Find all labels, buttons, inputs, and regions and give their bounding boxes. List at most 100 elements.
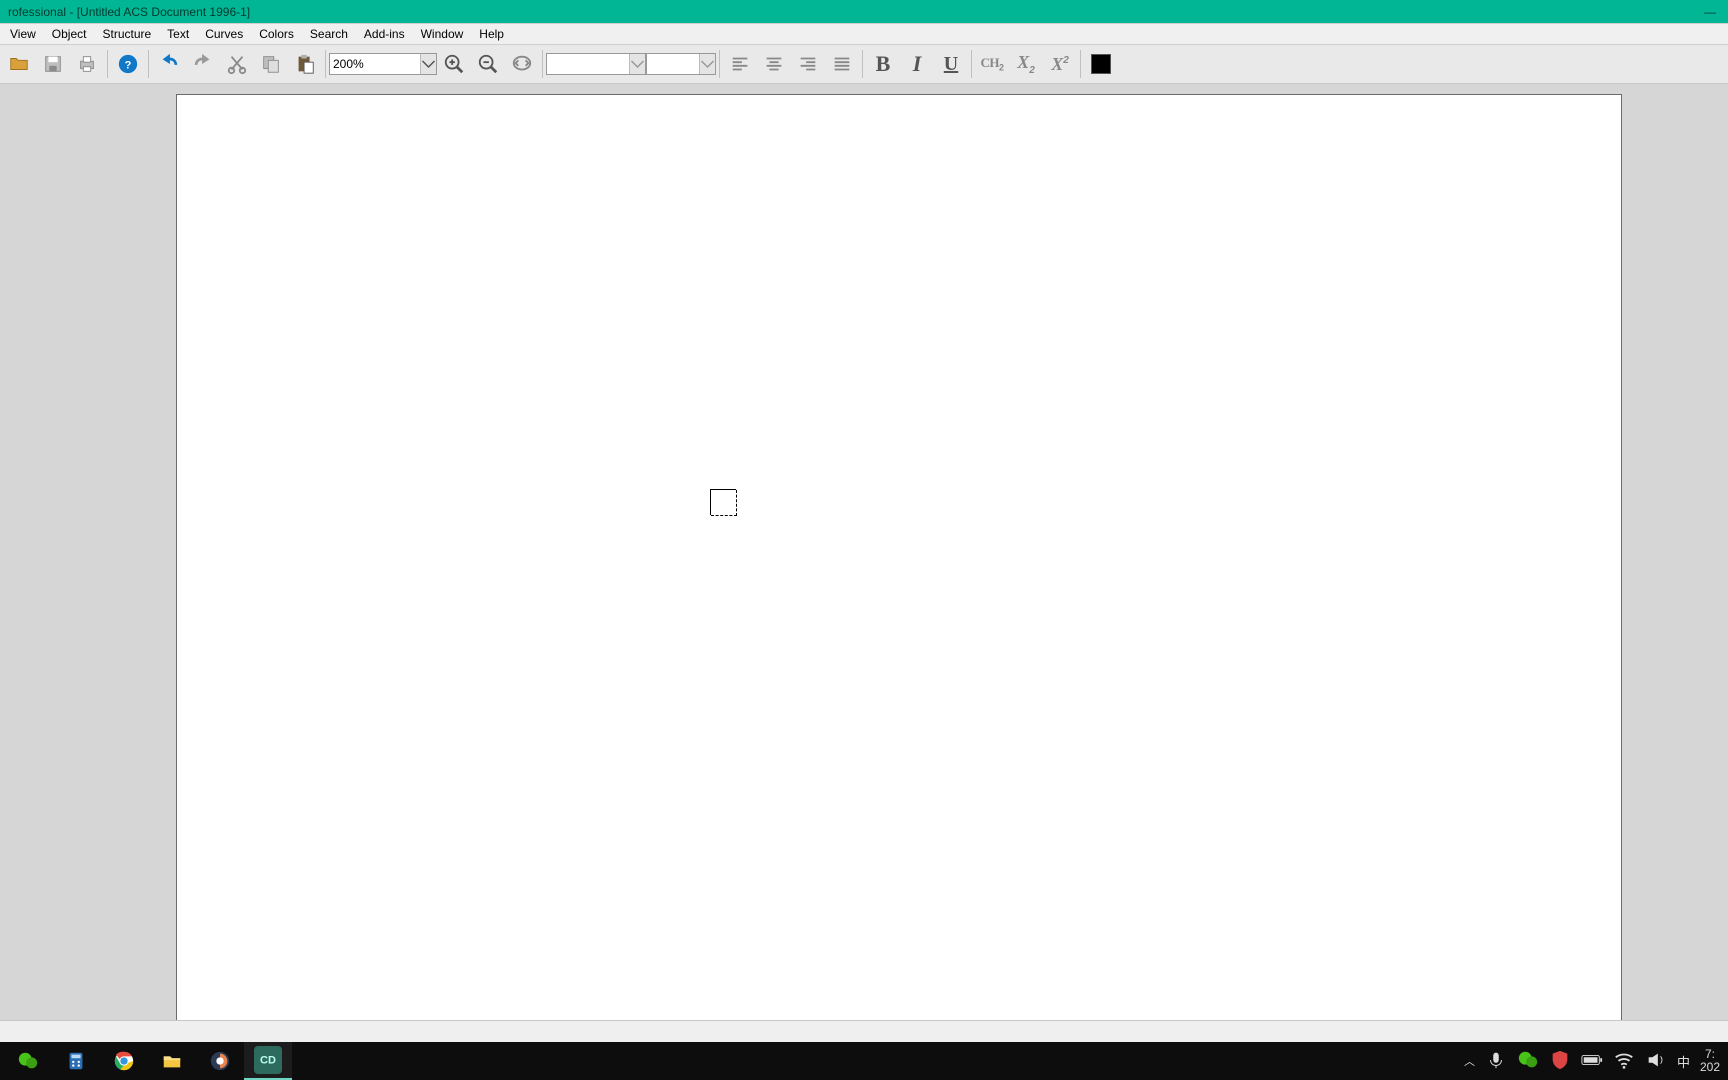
zoom-in-button[interactable] xyxy=(437,49,471,79)
open-button[interactable] xyxy=(2,49,36,79)
zoom-in-icon xyxy=(443,53,465,75)
ime-indicator[interactable]: 中 xyxy=(1677,1052,1690,1071)
font-combo[interactable] xyxy=(546,53,646,75)
cut-icon xyxy=(226,53,248,75)
zoom-value: 200% xyxy=(333,57,364,71)
align-left-icon xyxy=(729,53,751,75)
folder-icon xyxy=(158,1047,186,1075)
undo-icon xyxy=(158,53,180,75)
zoom-out-button[interactable] xyxy=(471,49,505,79)
chevron-down-icon[interactable] xyxy=(420,54,436,74)
menu-curves[interactable]: Curves xyxy=(197,25,251,43)
wechat-tray-icon[interactable] xyxy=(1517,1049,1539,1074)
status-bar xyxy=(0,1020,1728,1042)
subscript-icon: X2 xyxy=(1017,52,1035,76)
wechat-icon xyxy=(14,1047,42,1075)
separator xyxy=(971,50,972,78)
page-canvas[interactable] xyxy=(176,94,1622,1034)
italic-button[interactable]: I xyxy=(900,49,934,79)
superscript-button[interactable]: X2 xyxy=(1043,49,1077,79)
align-justify-button[interactable] xyxy=(825,49,859,79)
wifi-icon[interactable] xyxy=(1613,1049,1635,1074)
help-icon: ? xyxy=(117,53,139,75)
save-icon xyxy=(42,53,64,75)
taskbar-chemdraw[interactable]: CD xyxy=(244,1042,292,1080)
menu-view[interactable]: View xyxy=(2,25,44,43)
align-center-button[interactable] xyxy=(757,49,791,79)
bold-button[interactable]: B xyxy=(866,49,900,79)
document-area[interactable] xyxy=(0,84,1728,1034)
align-right-icon xyxy=(797,53,819,75)
separator xyxy=(542,50,543,78)
print-icon xyxy=(76,53,98,75)
bold-icon: B xyxy=(876,51,891,77)
print-button[interactable] xyxy=(70,49,104,79)
separator xyxy=(148,50,149,78)
mic-icon[interactable] xyxy=(1485,1049,1507,1074)
color-swatch-icon xyxy=(1091,54,1111,74)
italic-icon: I xyxy=(913,51,922,77)
taskbar-calculator[interactable] xyxy=(52,1042,100,1080)
formula-button[interactable]: CH2 xyxy=(975,49,1009,79)
menu-object[interactable]: Object xyxy=(44,25,95,43)
menu-structure[interactable]: Structure xyxy=(94,25,159,43)
copy-icon xyxy=(260,53,282,75)
redo-button[interactable] xyxy=(186,49,220,79)
taskbar-app-generic[interactable] xyxy=(196,1042,244,1080)
zoom-out-icon xyxy=(477,53,499,75)
superscript-icon: X2 xyxy=(1051,54,1069,75)
zoom-fit-button[interactable] xyxy=(505,49,539,79)
separator xyxy=(325,50,326,78)
menu-text[interactable]: Text xyxy=(159,25,197,43)
taskbar-wechat[interactable] xyxy=(4,1042,52,1080)
minimize-button[interactable]: — xyxy=(1700,5,1720,19)
align-justify-icon xyxy=(831,53,853,75)
security-tray-icon[interactable] xyxy=(1549,1049,1571,1074)
selection-cursor xyxy=(710,489,736,515)
svg-text:?: ? xyxy=(125,60,132,72)
tray-expand-icon[interactable]: ︿ xyxy=(1464,1053,1475,1069)
separator xyxy=(107,50,108,78)
chevron-down-icon[interactable] xyxy=(699,54,715,74)
clock[interactable]: 7: 202 xyxy=(1700,1048,1720,1074)
menu-window[interactable]: Window xyxy=(413,25,472,43)
underline-icon: U xyxy=(944,53,958,76)
taskbar-chrome[interactable] xyxy=(100,1042,148,1080)
chevron-down-icon[interactable] xyxy=(629,54,645,74)
copy-button[interactable] xyxy=(254,49,288,79)
zoom-combo[interactable]: 200% xyxy=(329,53,437,75)
menu-search[interactable]: Search xyxy=(302,25,356,43)
system-tray: ︿ 中 7: 202 xyxy=(1464,1042,1724,1080)
align-center-icon xyxy=(763,53,785,75)
help-button[interactable]: ? xyxy=(111,49,145,79)
cut-button[interactable] xyxy=(220,49,254,79)
font-size-combo[interactable] xyxy=(646,53,716,75)
menu-help[interactable]: Help xyxy=(471,25,512,43)
calculator-icon xyxy=(62,1047,90,1075)
save-button[interactable] xyxy=(36,49,70,79)
separator xyxy=(862,50,863,78)
underline-button[interactable]: U xyxy=(934,49,968,79)
menu-colors[interactable]: Colors xyxy=(251,25,302,43)
volume-icon[interactable] xyxy=(1645,1049,1667,1074)
menu-addins[interactable]: Add-ins xyxy=(356,25,413,43)
paste-button[interactable] xyxy=(288,49,322,79)
generic-app-icon xyxy=(206,1047,234,1075)
chrome-icon xyxy=(110,1047,138,1075)
subscript-button[interactable]: X2 xyxy=(1009,49,1043,79)
svg-text:CD: CD xyxy=(260,1055,276,1067)
window-controls: — xyxy=(1700,5,1720,19)
taskbar-explorer[interactable] xyxy=(148,1042,196,1080)
color-picker-button[interactable] xyxy=(1084,49,1118,79)
separator xyxy=(719,50,720,78)
formula-icon: CH2 xyxy=(980,55,1003,73)
magnify-page-icon xyxy=(511,53,533,75)
align-right-button[interactable] xyxy=(791,49,825,79)
redo-icon xyxy=(192,53,214,75)
align-left-button[interactable] xyxy=(723,49,757,79)
undo-button[interactable] xyxy=(152,49,186,79)
separator xyxy=(1080,50,1081,78)
toolbar: ? 200% xyxy=(0,45,1728,84)
clock-date: 202 xyxy=(1700,1061,1720,1074)
battery-icon[interactable] xyxy=(1581,1049,1603,1074)
